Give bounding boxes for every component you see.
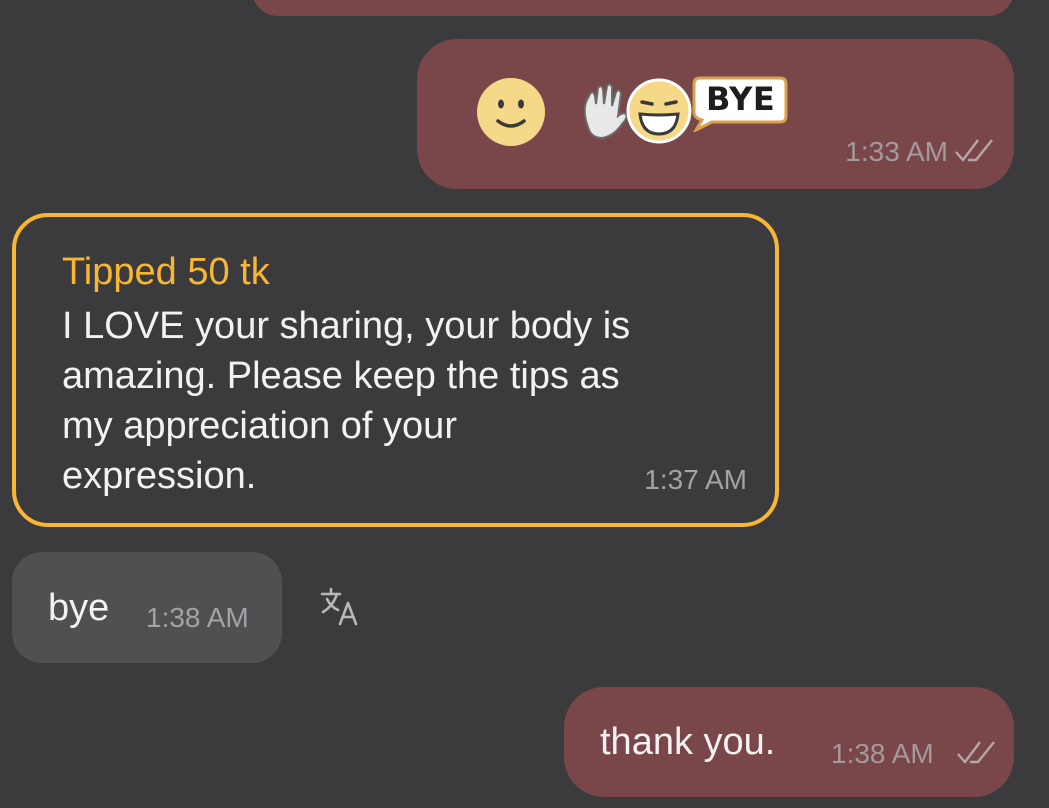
waving-hand-icon [583, 83, 628, 140]
double-check-icon [956, 738, 998, 766]
message-time: 1:38 AM [831, 738, 934, 769]
slight-smile-emoji-icon [477, 78, 545, 146]
tip-message-bubble[interactable]: Tipped 50 tk I LOVE your sharing, your b… [12, 213, 779, 527]
grinning-face-icon [626, 78, 692, 144]
message-time: 1:38 AM [146, 602, 249, 633]
incoming-message-bubble[interactable]: bye 1:38 AM [12, 552, 282, 663]
previous-message-bubble[interactable] [252, 0, 1014, 16]
message-time: 1:33 AM [845, 136, 948, 167]
message-text: bye [48, 587, 110, 629]
outgoing-message-bubble[interactable]: thank you. 1:38 AM [564, 687, 1014, 797]
message-text: thank you. [600, 721, 776, 763]
tip-title: Tipped 50 tk [62, 251, 270, 293]
double-check-icon [954, 136, 996, 164]
tip-message-text: I LOVE your sharing, your body is amazin… [62, 305, 631, 497]
emoji-message-bubble[interactable]: BYE 1:33 AM [417, 39, 1014, 189]
message-time: 1:37 AM [644, 464, 747, 495]
translate-icon[interactable] [318, 586, 362, 630]
chat-view: BYE 1:33 AM Tipped 50 tk I LOVE your sha… [0, 0, 1049, 808]
bye-sticker: BYE [580, 76, 790, 148]
bye-sticker-label: BYE [706, 80, 776, 118]
